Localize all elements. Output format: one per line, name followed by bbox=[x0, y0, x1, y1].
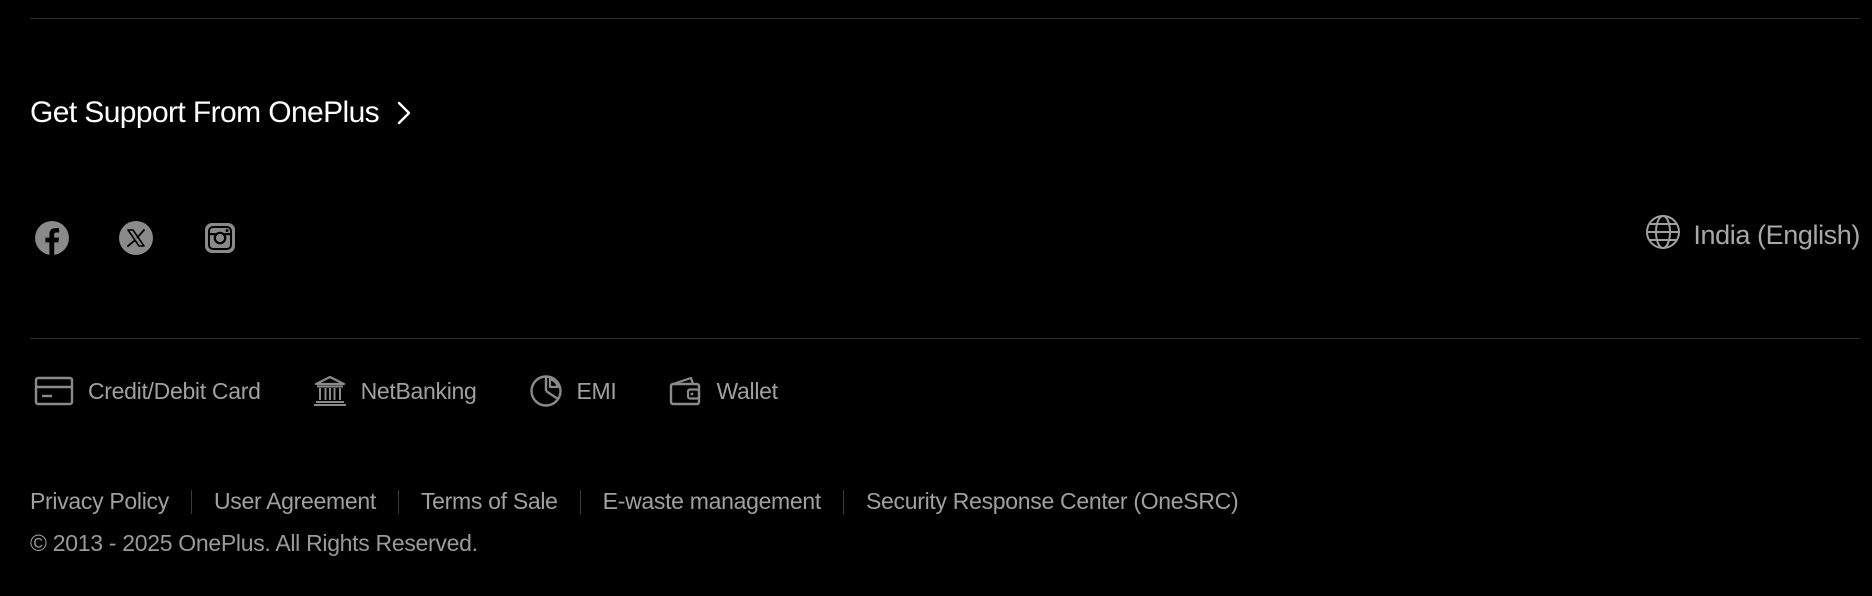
copyright-text: © 2013 - 2025 OnePlus. All Rights Reserv… bbox=[30, 530, 478, 556]
pie-chart-icon bbox=[529, 374, 563, 408]
user-agreement-link[interactable]: User Agreement bbox=[214, 488, 376, 515]
chevron-right-icon bbox=[397, 101, 411, 125]
payment-credit-debit-card: Credit/Debit Card bbox=[34, 376, 261, 406]
globe-icon bbox=[1645, 214, 1681, 257]
wallet-icon bbox=[669, 375, 703, 407]
get-support-label: Get Support From OnePlus bbox=[30, 96, 380, 129]
middle-divider bbox=[30, 338, 1860, 339]
get-support-link[interactable]: Get Support From OnePlus bbox=[30, 96, 411, 130]
legal-links: Privacy Policy User Agreement Terms of S… bbox=[30, 488, 1239, 515]
region-selector[interactable]: India (English) bbox=[1645, 214, 1860, 257]
payment-label: NetBanking bbox=[360, 377, 477, 404]
top-divider bbox=[30, 18, 1860, 19]
instagram-icon[interactable] bbox=[202, 220, 238, 256]
e-waste-management-link[interactable]: E-waste management bbox=[603, 488, 822, 515]
credit-card-icon bbox=[34, 376, 74, 406]
x-twitter-icon[interactable] bbox=[118, 220, 154, 256]
payment-label: Wallet bbox=[716, 377, 779, 404]
payment-methods: Credit/Debit Card NetBanking EMI Wallet bbox=[34, 374, 830, 408]
link-separator bbox=[190, 489, 192, 514]
payment-label: EMI bbox=[576, 377, 617, 404]
payment-netbanking: NetBanking bbox=[313, 375, 477, 407]
link-separator bbox=[579, 489, 581, 514]
link-separator bbox=[843, 489, 844, 514]
region-label: India (English) bbox=[1693, 220, 1860, 250]
terms-of-sale-link[interactable]: Terms of Sale bbox=[421, 488, 558, 515]
payment-wallet: Wallet bbox=[669, 375, 778, 407]
security-response-center-link[interactable]: Security Response Center (OneSRC) bbox=[866, 488, 1239, 515]
facebook-icon[interactable] bbox=[34, 220, 70, 256]
bank-icon bbox=[313, 375, 347, 407]
payment-label: Credit/Debit Card bbox=[88, 377, 261, 404]
payment-emi: EMI bbox=[529, 374, 617, 408]
social-links bbox=[34, 220, 238, 256]
privacy-policy-link[interactable]: Privacy Policy bbox=[30, 488, 169, 515]
link-separator bbox=[397, 489, 399, 514]
